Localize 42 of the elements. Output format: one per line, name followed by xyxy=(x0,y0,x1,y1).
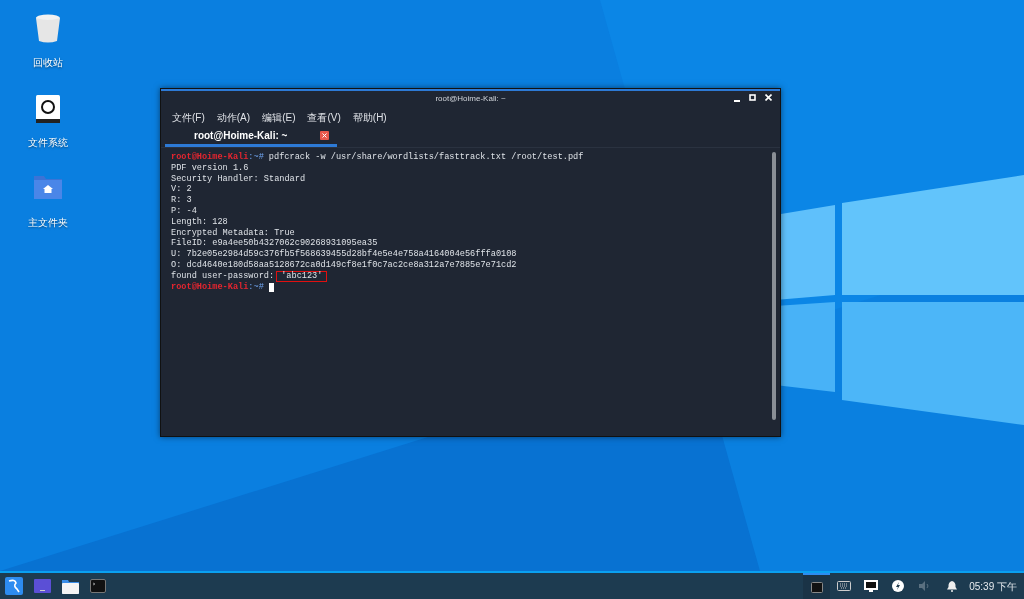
icon-label[interactable]: 文件系统 xyxy=(28,135,68,150)
output-line: O: dcd4640e180d58aa5128672ca0d149cf8e1f0c7ac2ce8a312a7e7885e7e71cd2 xyxy=(171,259,517,271)
output-line: P: -4 xyxy=(171,206,197,217)
drive-icon xyxy=(35,94,61,124)
text-cursor xyxy=(268,282,274,292)
icon-label[interactable]: 主文件夹 xyxy=(28,215,68,230)
prompt-path: :~# xyxy=(248,152,264,163)
monitor-icon[interactable] xyxy=(863,580,878,592)
clock[interactable]: 05:39 下午 xyxy=(969,578,1017,594)
terminal-icon[interactable] xyxy=(810,581,823,593)
output-line: Length: 128 xyxy=(171,216,228,228)
highlighted-password: 'abc123' xyxy=(276,270,328,282)
output-line: PDF version 1.6 xyxy=(171,162,249,174)
output-line: U: 7b2e05e2984d59c376fb5f568639455d28bf4e5e4e758a4164004e56fffa0108 xyxy=(171,249,517,260)
bell-icon[interactable] xyxy=(946,580,957,592)
maximize-icon[interactable] xyxy=(749,94,756,101)
terminal-icon[interactable] xyxy=(90,579,106,593)
output-text: found user-password: xyxy=(171,270,275,282)
icon-label[interactable]: 回收站 xyxy=(33,55,63,70)
scrollbar-thumb[interactable] xyxy=(772,152,776,420)
terminal-tab[interactable]: root@Hoime-Kali: ~ xyxy=(165,127,337,147)
output-line: V: 2 xyxy=(171,184,192,196)
output-line: R: 3 xyxy=(171,195,192,206)
keyboard-icon[interactable] xyxy=(836,581,851,591)
trash-icon xyxy=(35,14,61,44)
output-line: Security Handler: Standard xyxy=(171,173,306,185)
command-text: pdfcrack -w /usr/share/wordlists/fasttrack.txt /root/test.pdf xyxy=(268,152,584,163)
menu-item[interactable]: 动作(A) xyxy=(216,109,251,125)
prompt-path: :~# xyxy=(248,281,264,293)
menu-item[interactable]: 编辑(E) xyxy=(262,109,296,125)
menu-item[interactable]: 查看(V) xyxy=(307,109,341,125)
folder-icon[interactable] xyxy=(62,578,79,594)
dragon-logo-icon[interactable] xyxy=(5,577,23,595)
close-icon[interactable] xyxy=(765,94,772,101)
output-line: FileID: e9a4ee50b4327062c90268931095ea35 xyxy=(171,238,378,249)
window-title: root@Hoime-Kali: ~ xyxy=(435,93,506,105)
menu-item[interactable]: 帮助(H) xyxy=(352,109,387,125)
prompt-user: root@Hoime-Kali xyxy=(171,152,249,163)
menu-item[interactable]: 文件(F) xyxy=(172,109,205,125)
output-line: Encrypted Metadata: True xyxy=(171,227,295,238)
prompt-user: root@Hoime-Kali xyxy=(171,281,249,293)
lightning-icon[interactable] xyxy=(891,580,904,592)
